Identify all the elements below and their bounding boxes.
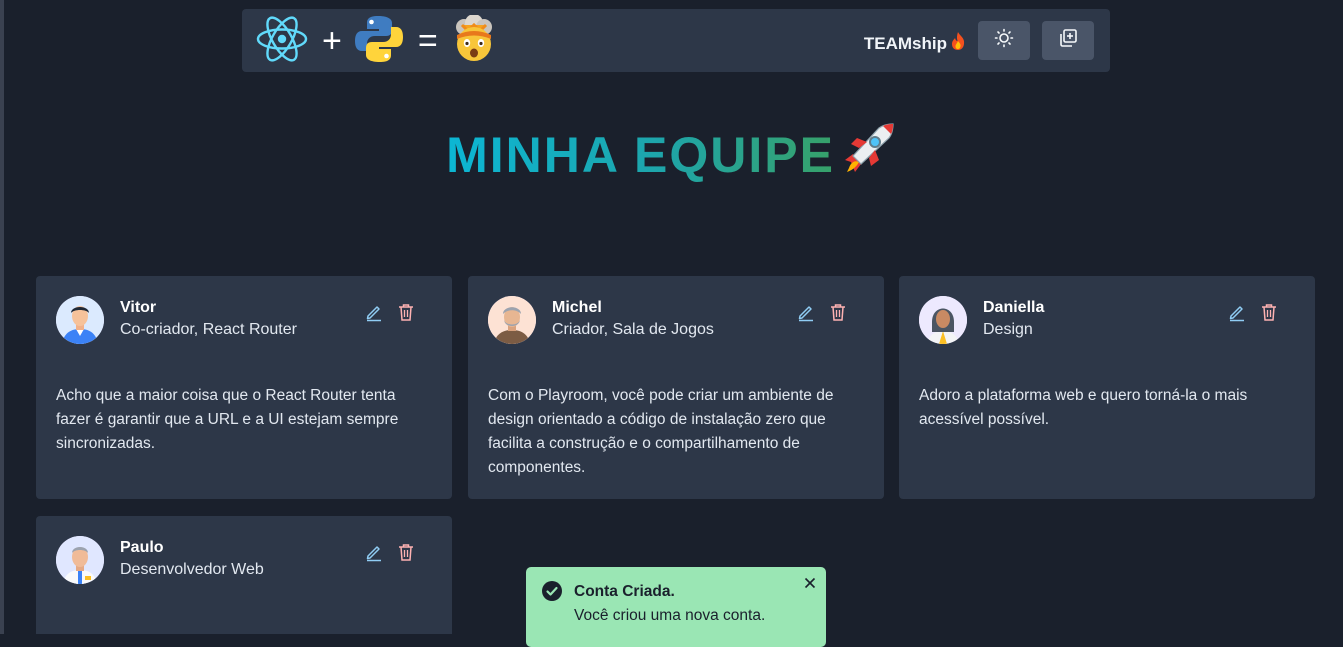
- logo-equals: =: [417, 22, 438, 60]
- trash-icon: [1262, 304, 1276, 321]
- team-card: Daniella Design Adoro a plataforma web e…: [899, 276, 1315, 499]
- logo-equation: + =: [256, 13, 498, 69]
- member-role: Criador, Sala de Jogos: [552, 321, 714, 338]
- delete-button[interactable]: [396, 302, 416, 322]
- card-header: Vitor Co-criador, React Router: [56, 296, 432, 344]
- brand-name: TEAMship: [864, 31, 966, 56]
- delete-button[interactable]: [828, 302, 848, 322]
- team-card: Paulo Desenvolvedor Web: [36, 516, 452, 634]
- add-member-button[interactable]: [1042, 21, 1094, 60]
- close-icon[interactable]: [802, 575, 818, 591]
- member-name: Paulo: [120, 539, 164, 556]
- member-quote: Com o Playroom, você pode criar um ambie…: [488, 387, 834, 476]
- member-name: Daniella: [983, 299, 1045, 316]
- pencil-icon: [366, 546, 381, 562]
- success-toast: Conta Criada. Você criou uma nova conta.: [526, 567, 826, 647]
- team-card: Vitor Co-criador, React Router Acho que …: [36, 276, 452, 499]
- logo-plus: +: [322, 22, 342, 60]
- edit-button[interactable]: [364, 302, 384, 322]
- fire-emoji: [950, 31, 966, 56]
- avatar: [56, 296, 104, 344]
- check-circle-icon: [542, 581, 562, 601]
- avatar: [56, 536, 104, 584]
- pencil-icon: [366, 306, 381, 322]
- edit-button[interactable]: [364, 542, 384, 562]
- toast-title: Conta Criada.: [574, 583, 675, 600]
- member-quote: Adoro a plataforma web e quero torná-la …: [919, 387, 1248, 428]
- card-header: Daniella Design: [919, 296, 1295, 344]
- member-name: Vitor: [120, 299, 157, 316]
- trash-icon: [831, 304, 845, 321]
- brand-text: TEAMship: [863, 33, 947, 53]
- python-logo-icon: [354, 14, 404, 69]
- delete-button[interactable]: [396, 542, 416, 562]
- pencil-icon: [798, 306, 813, 322]
- member-role: Desenvolvedor Web: [120, 561, 264, 578]
- react-logo-icon: [256, 15, 308, 68]
- toast-message: Você criou uma nova conta.: [574, 607, 766, 624]
- trash-icon: [399, 304, 413, 321]
- edit-button[interactable]: [1227, 302, 1247, 322]
- delete-button[interactable]: [1259, 302, 1279, 322]
- exploding-head-emoji: [450, 13, 498, 68]
- member-role: Co-criador, React Router: [120, 321, 297, 338]
- theme-toggle-button[interactable]: [978, 21, 1030, 60]
- sun-icon: [994, 28, 1014, 53]
- window-edge: [0, 0, 4, 634]
- avatar: [488, 296, 536, 344]
- team-card: Michel Criador, Sala de Jogos Com o Play…: [468, 276, 884, 499]
- member-name: Michel: [552, 299, 602, 316]
- page-title-text: MINHA EQUIPE: [446, 127, 835, 183]
- add-square-icon: [1058, 28, 1078, 53]
- card-header: Michel Criador, Sala de Jogos: [488, 296, 864, 344]
- member-role: Design: [983, 321, 1033, 338]
- edit-button[interactable]: [796, 302, 816, 322]
- top-navbar: + = TEAMship: [242, 9, 1110, 72]
- avatar: [919, 296, 967, 344]
- member-quote: Acho que a maior coisa que o React Route…: [56, 387, 399, 452]
- rocket-emoji: [839, 120, 897, 193]
- page-title: MINHA EQUIPE: [0, 120, 1343, 193]
- card-header: Paulo Desenvolvedor Web: [56, 536, 432, 584]
- trash-icon: [399, 544, 413, 561]
- pencil-icon: [1229, 306, 1244, 322]
